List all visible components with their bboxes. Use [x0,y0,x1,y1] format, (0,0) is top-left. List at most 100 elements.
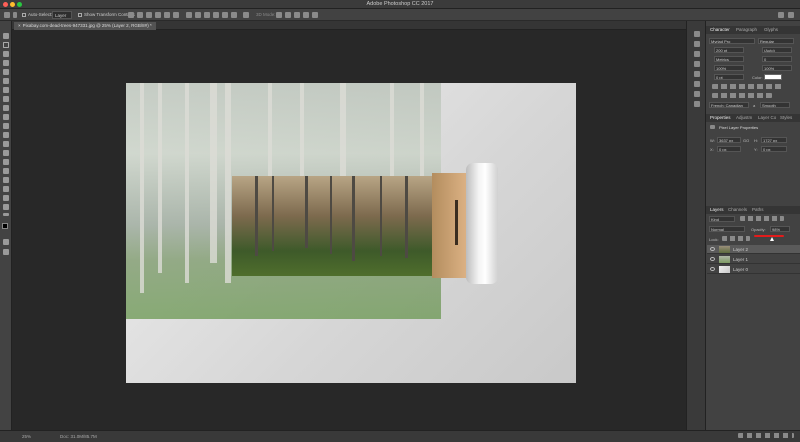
3d-scale-icon[interactable] [312,12,318,18]
more-tools-icon[interactable] [3,213,9,216]
healing-brush-tool-icon[interactable] [3,87,9,93]
dodge-tool-icon[interactable] [3,150,9,156]
height-field[interactable]: 1727 px [761,137,787,143]
type-tool-icon[interactable] [3,168,9,174]
quick-mask-icon[interactable] [3,239,9,245]
blend-mode-select[interactable]: Normal [709,226,745,232]
layer-filter-icons[interactable] [740,216,784,221]
document-tab[interactable]: × Pixabay.com-dead-trees-947331.jpg @ 25%… [14,22,156,30]
marquee-tool-icon[interactable] [3,42,9,48]
tab-layers[interactable]: Layers [710,207,724,212]
tab-paths[interactable]: Paths [752,207,764,212]
distribute-hcenter-icon[interactable] [222,12,228,18]
brush-panel-icon[interactable] [694,61,700,67]
character-panel-icon[interactable] [694,41,700,47]
align-right-icon[interactable] [173,12,179,18]
libraries-icon[interactable] [694,91,700,97]
3d-pan-icon[interactable] [294,12,300,18]
align-hcenter-icon[interactable] [164,12,170,18]
x-field[interactable]: 0 px [717,146,741,152]
layer-footer-buttons[interactable] [738,433,794,438]
visibility-eye-icon[interactable] [710,267,715,271]
3d-slide-icon[interactable] [303,12,309,18]
tab-character[interactable]: Character [710,27,730,32]
layer-row-layer-1[interactable]: Layer 1 [707,255,800,264]
hand-tool-icon[interactable] [3,195,9,201]
path-select-tool-icon[interactable] [3,177,9,183]
align-left-icon[interactable] [155,12,161,18]
actions-icon[interactable] [694,101,700,107]
auto-select-dropdown[interactable]: Layer [52,11,72,19]
screen-mode-icon[interactable] [3,249,9,255]
zoom-level[interactable]: 25% [22,434,31,439]
brush-tool-icon[interactable] [3,96,9,102]
horizontal-scale-field[interactable]: 100% [762,65,792,71]
foreground-color-swatch[interactable] [2,223,8,229]
distribute-right-icon[interactable] [231,12,237,18]
quick-select-tool-icon[interactable] [3,60,9,66]
search-icon[interactable] [778,12,784,18]
transform-controls-checkbox[interactable] [78,13,82,17]
eyedropper-tool-icon[interactable] [3,78,9,84]
tab-layer-comps[interactable]: Layer Co [758,115,776,120]
visibility-eye-icon[interactable] [710,247,715,251]
move-tool-icon[interactable] [3,33,9,39]
width-field[interactable]: 3637 px [717,137,741,143]
y-field[interactable]: 0 px [761,146,787,152]
align-vcenter-icon[interactable] [137,12,143,18]
layer-row-layer-2[interactable]: Layer 2 [707,245,800,254]
kerning-field[interactable]: Metrics [714,56,744,62]
document-tab-close-icon[interactable]: × [18,23,21,28]
language-select[interactable]: French: Canadian [709,102,749,108]
color-panel-icon[interactable] [694,81,700,87]
paragraph-panel-icon[interactable] [694,51,700,57]
tab-paragraph[interactable]: Paragraph [736,27,757,32]
tracking-field[interactable]: 0 [762,56,792,62]
align-bottom-icon[interactable] [146,12,152,18]
workspace-icon[interactable] [788,12,794,18]
auto-select-checkbox[interactable] [22,13,26,17]
tab-properties[interactable]: Properties [710,115,731,120]
font-family-select[interactable]: Myriad Pro [709,38,755,44]
tab-glyphs[interactable]: Glyphs [764,27,778,32]
lasso-tool-icon[interactable] [3,51,9,57]
baseline-field[interactable]: 0 pt [714,74,744,80]
gradient-tool-icon[interactable] [3,132,9,138]
3d-roll-icon[interactable] [285,12,291,18]
layer-filter-select[interactable]: Kind [709,216,735,222]
rectangle-tool-icon[interactable] [3,186,9,192]
distribute-bottom-icon[interactable] [204,12,210,18]
text-color-swatch[interactable] [764,74,782,80]
lock-icons[interactable] [722,236,750,241]
swatches-icon[interactable] [694,71,700,77]
history-brush-tool-icon[interactable] [3,114,9,120]
opacity-field[interactable]: 98% [770,226,790,232]
doc-info[interactable]: Doc: 31.0M/85.7M [60,434,97,439]
history-icon[interactable] [694,31,700,37]
type-style-buttons[interactable] [712,84,782,89]
font-style-select[interactable]: Regular [758,38,794,44]
zoom-tool-icon[interactable] [3,204,9,210]
auto-align-icon[interactable] [243,12,249,18]
move-tool-icon[interactable] [4,12,10,18]
leading-field[interactable]: (Auto) [762,47,792,53]
clone-stamp-tool-icon[interactable] [3,105,9,111]
eraser-tool-icon[interactable] [3,123,9,129]
font-size-field[interactable]: 200 pt [714,47,744,53]
visibility-eye-icon[interactable] [710,257,715,261]
blur-tool-icon[interactable] [3,141,9,147]
layer-row-layer-0[interactable]: Layer 0 [707,265,800,274]
vertical-scale-field[interactable]: 100% [714,65,744,71]
opentype-buttons[interactable] [712,93,772,98]
tool-preset-chevron-icon[interactable] [13,12,17,18]
distribute-left-icon[interactable] [213,12,219,18]
tab-adjustments[interactable]: Adjustm [736,115,752,120]
antialias-select[interactable]: Smooth [760,102,790,108]
distribute-vcenter-icon[interactable] [195,12,201,18]
3d-rotate-icon[interactable] [276,12,282,18]
pen-tool-icon[interactable] [3,159,9,165]
crop-tool-icon[interactable] [3,69,9,75]
distribute-top-icon[interactable] [186,12,192,18]
tab-styles[interactable]: Styles [780,115,792,120]
align-top-icon[interactable] [128,12,134,18]
